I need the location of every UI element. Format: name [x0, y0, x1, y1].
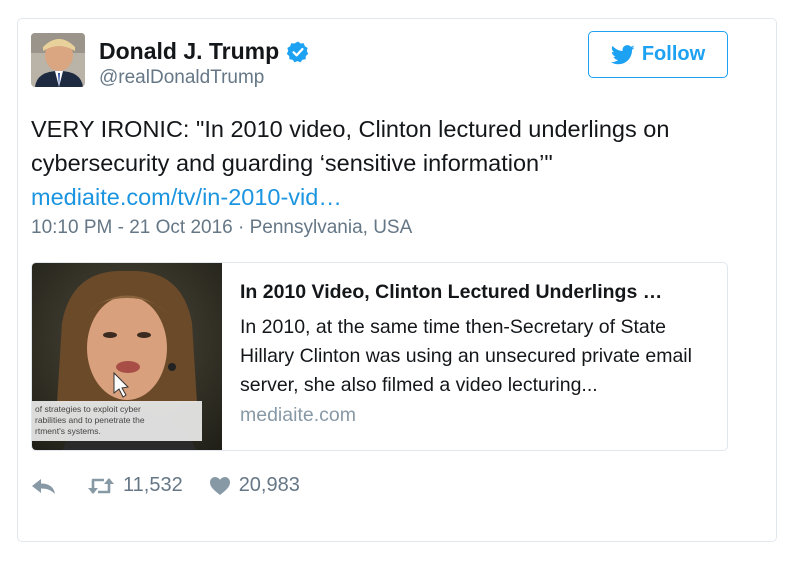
caption-line: rtment's systems.: [35, 426, 101, 436]
retweet-icon: [88, 477, 114, 494]
timestamp[interactable]: 10:10 PM - 21 Oct 2016: [31, 217, 233, 238]
verified-badge-icon: [286, 41, 309, 62]
link-preview-card[interactable]: of strategies to exploit cyber rabilitie…: [31, 262, 728, 451]
location[interactable]: Pennsylvania, USA: [250, 217, 413, 238]
thumbnail-caption: of strategies to exploit cyber rabilitie…: [32, 401, 202, 441]
tweet-actions: 11,532 20,983: [31, 474, 300, 497]
retweet-count: 11,532: [123, 474, 183, 496]
author-row: Donald J. Trump: [99, 38, 310, 65]
avatar[interactable]: [31, 33, 85, 87]
author-handle[interactable]: @realDonaldTrump: [99, 67, 264, 89]
reply-button[interactable]: [31, 476, 57, 496]
author-name[interactable]: Donald J. Trump: [99, 38, 279, 65]
caption-line: of strategies to exploit cyber: [35, 404, 141, 414]
like-button[interactable]: 20,983: [209, 474, 300, 497]
tweet-meta: 10:10 PM - 21 Oct 2016 · Pennsylvania, U…: [31, 217, 412, 239]
preview-info: In 2010 Video, Clinton Lectured Underlin…: [240, 281, 710, 427]
preview-domain: mediaite.com: [240, 404, 356, 426]
tweet-text: VERY IRONIC: "In 2010 video, Clinton lec…: [31, 112, 731, 214]
tweet-body: VERY IRONIC: "In 2010 video, Clinton lec…: [31, 116, 670, 176]
twitter-bird-icon: [610, 44, 635, 64]
retweet-button[interactable]: 11,532: [87, 474, 183, 497]
caption-line: rabilities and to penetrate the: [35, 415, 145, 425]
preview-description: In 2010, at the same time then-Secretary…: [240, 316, 692, 396]
follow-button[interactable]: Follow: [588, 31, 728, 78]
like-count: 20,983: [238, 474, 300, 496]
meta-separator: ·: [238, 217, 245, 238]
preview-thumbnail[interactable]: of strategies to exploit cyber rabilitie…: [32, 263, 222, 450]
heart-icon: [209, 476, 230, 495]
tweet-link[interactable]: mediaite.com/tv/in-2010-vid…: [31, 180, 731, 214]
reply-icon: [32, 478, 55, 494]
preview-title[interactable]: In 2010 Video, Clinton Lectured Underlin…: [240, 281, 710, 304]
follow-label: Follow: [641, 43, 706, 65]
